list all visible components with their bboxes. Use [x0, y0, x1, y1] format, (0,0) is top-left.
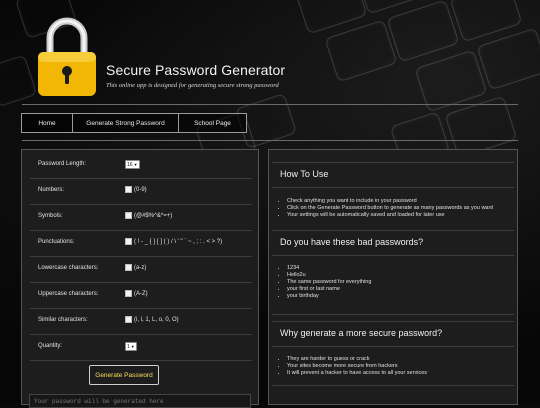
- punctuations-option: ( ! - _ { } [ ] ( ) / \ ' " ` ~ , ; : . …: [134, 238, 223, 245]
- list-item: It will prevent a hacker to have access …: [287, 370, 427, 377]
- main-nav: Home Generate Strong Password School Pag…: [21, 113, 247, 133]
- row-numbers: Numbers: (0-9): [30, 178, 252, 205]
- nav-home[interactable]: Home: [21, 113, 73, 133]
- similar-label: Similar characters:: [38, 317, 88, 323]
- why-secure-list: They are harder to guess or crack Your s…: [279, 356, 427, 377]
- nav-generate-strong-password[interactable]: Generate Strong Password: [72, 113, 179, 133]
- how-to-use-heading: How To Use: [280, 169, 329, 179]
- chevron-down-icon: ▼: [133, 162, 138, 167]
- similar-option: (i, l, 1, L, o, 0, O): [134, 316, 179, 323]
- row-uppercase: Uppercase characters: (A-Z): [30, 282, 252, 309]
- padlock-logo: [38, 17, 96, 96]
- list-item: your first or last name: [287, 286, 371, 293]
- numbers-checkbox[interactable]: [125, 186, 132, 193]
- row-quantity: Quantity: 1 ▼: [30, 334, 252, 361]
- chevron-down-icon: ▼: [130, 344, 135, 349]
- password-length-label: Password Length:: [38, 161, 87, 167]
- password-length-select[interactable]: 16 ▼: [125, 160, 140, 169]
- bad-passwords-list: 1234 Hello2u The same password for every…: [279, 265, 371, 300]
- list-item: Your sites become more secure from hacke…: [287, 363, 427, 370]
- similar-checkbox[interactable]: [125, 316, 132, 323]
- info-sidebar: How To Use Check anything you want to in…: [268, 149, 518, 405]
- lowercase-option: (a-z): [134, 264, 147, 271]
- generate-password-button[interactable]: Generate Password: [89, 365, 159, 385]
- how-to-use-list: Check anything you want to include in yo…: [279, 198, 493, 219]
- row-symbols: Symbols: (@#$%^&*=+): [30, 204, 252, 231]
- password-output-field[interactable]: Your password will be generated here: [29, 394, 251, 408]
- punctuations-checkbox[interactable]: [125, 238, 132, 245]
- nav-school-page[interactable]: School Page: [178, 113, 247, 133]
- lowercase-label: Lowercase characters:: [38, 265, 99, 271]
- uppercase-checkbox[interactable]: [125, 290, 132, 297]
- list-item: Your settings will be automatically save…: [287, 212, 493, 219]
- list-item: The same password for everything: [287, 279, 371, 286]
- row-lowercase: Lowercase characters: (a-z): [30, 256, 252, 283]
- row-punctuations: Punctuations: ( ! - _ { } [ ] ( ) / \ ' …: [30, 230, 252, 257]
- list-item: 1234: [287, 265, 371, 272]
- symbols-checkbox[interactable]: [125, 212, 132, 219]
- quantity-select[interactable]: 1 ▼: [125, 342, 137, 351]
- punctuations-label: Punctuations:: [38, 239, 75, 245]
- why-secure-section: Why generate a more secure password?: [272, 322, 514, 347]
- row-password-length: Password Length: 16 ▼: [30, 152, 252, 179]
- list-item: Check anything you want to include in yo…: [287, 198, 493, 205]
- numbers-label: Numbers:: [38, 187, 65, 193]
- lowercase-checkbox[interactable]: [125, 264, 132, 271]
- list-item: your birthday: [287, 293, 371, 300]
- list-item: They are harder to guess or crack: [287, 356, 427, 363]
- header-divider: [22, 104, 518, 105]
- symbols-option: (@#$%^&*=+): [134, 212, 173, 219]
- list-item: Click on the Generate Password button to…: [287, 205, 493, 212]
- row-similar: Similar characters: (i, l, 1, L, o, 0, O…: [30, 308, 252, 335]
- nav-divider: [22, 140, 518, 141]
- site-title: Secure Password Generator: [106, 62, 286, 78]
- uppercase-label: Uppercase characters:: [38, 291, 99, 297]
- bad-passwords-heading: Do you have these bad passwords?: [280, 237, 424, 247]
- bad-passwords-section: Do you have these bad passwords?: [272, 231, 514, 256]
- why-secure-heading: Why generate a more secure password?: [280, 328, 443, 338]
- how-to-use-section: How To Use: [272, 163, 514, 188]
- site-subtitle: This online app is designed for generati…: [106, 82, 279, 89]
- symbols-label: Symbols:: [38, 213, 63, 219]
- numbers-option: (0-9): [134, 186, 147, 193]
- quantity-label: Quantity:: [38, 343, 63, 349]
- list-item: Hello2u: [287, 272, 371, 279]
- uppercase-option: (A-Z): [134, 290, 148, 297]
